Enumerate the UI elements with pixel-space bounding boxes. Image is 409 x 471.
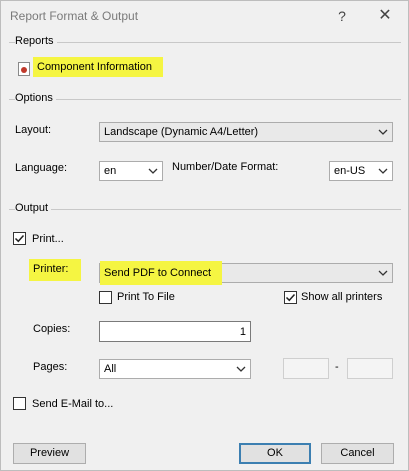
chevron-down-icon: [236, 366, 246, 372]
print-checkbox[interactable]: [13, 232, 26, 245]
layout-select[interactable]: Landscape (Dynamic A4/Letter): [99, 122, 393, 142]
options-group-divider: [9, 99, 401, 100]
number-date-format-value: en-US: [334, 165, 366, 177]
output-group-divider: [9, 209, 401, 210]
send-email-checkbox[interactable]: [13, 397, 26, 410]
layout-value: Landscape (Dynamic A4/Letter): [104, 126, 259, 138]
show-all-printers-checkbox[interactable]: [284, 291, 297, 304]
report-item-component-information[interactable]: Component Information: [37, 61, 152, 73]
number-date-format-label: Number/Date Format:: [172, 161, 279, 173]
window-title: Report Format & Output: [10, 9, 139, 23]
pages-select[interactable]: All: [99, 359, 251, 379]
chevron-down-icon: [378, 270, 388, 276]
print-to-file-label[interactable]: Print To File: [117, 291, 175, 303]
options-group-label: Options: [15, 92, 56, 104]
printer-label: Printer:: [33, 263, 69, 275]
pages-label: Pages:: [33, 361, 68, 373]
pages-to-input[interactable]: [347, 358, 393, 379]
checkmark-icon: [14, 234, 25, 243]
language-select[interactable]: en: [99, 161, 163, 181]
reports-group-divider: [9, 42, 401, 43]
chevron-down-icon: [378, 129, 388, 135]
layout-label: Layout:: [15, 124, 52, 136]
chevron-down-icon: [148, 168, 158, 174]
reports-group-label: Reports: [15, 35, 57, 47]
printer-value: Send PDF to Connect: [104, 267, 212, 279]
preview-button[interactable]: Preview: [13, 443, 86, 464]
send-email-label[interactable]: Send E-Mail to...: [32, 398, 113, 410]
help-button[interactable]: ?: [329, 4, 355, 28]
checkmark-icon: [285, 293, 296, 302]
title-bar: Report Format & Output ? ✕: [1, 1, 408, 31]
close-button[interactable]: ✕: [372, 4, 398, 28]
number-date-format-select[interactable]: en-US: [329, 161, 393, 181]
pages-from-input[interactable]: [283, 358, 329, 379]
print-to-file-checkbox[interactable]: [99, 291, 112, 304]
output-group-label: Output: [15, 202, 52, 214]
language-label: Language:: [15, 162, 67, 174]
language-value: en: [104, 165, 117, 177]
ok-button[interactable]: OK: [239, 443, 311, 464]
pages-range-separator: -: [335, 361, 339, 373]
pages-value: All: [104, 363, 117, 375]
report-format-output-dialog: Report Format & Output ? ✕ Reports Compo…: [0, 0, 409, 471]
printer-select[interactable]: Send PDF to Connect: [99, 261, 393, 285]
copies-label: Copies:: [33, 323, 71, 335]
report-icon: [18, 62, 30, 76]
copies-input[interactable]: 1: [99, 321, 251, 342]
copies-value: 1: [239, 326, 246, 338]
print-label[interactable]: Print...: [32, 233, 64, 245]
chevron-down-icon: [378, 168, 388, 174]
cancel-button[interactable]: Cancel: [321, 443, 394, 464]
show-all-printers-label[interactable]: Show all printers: [301, 291, 382, 303]
